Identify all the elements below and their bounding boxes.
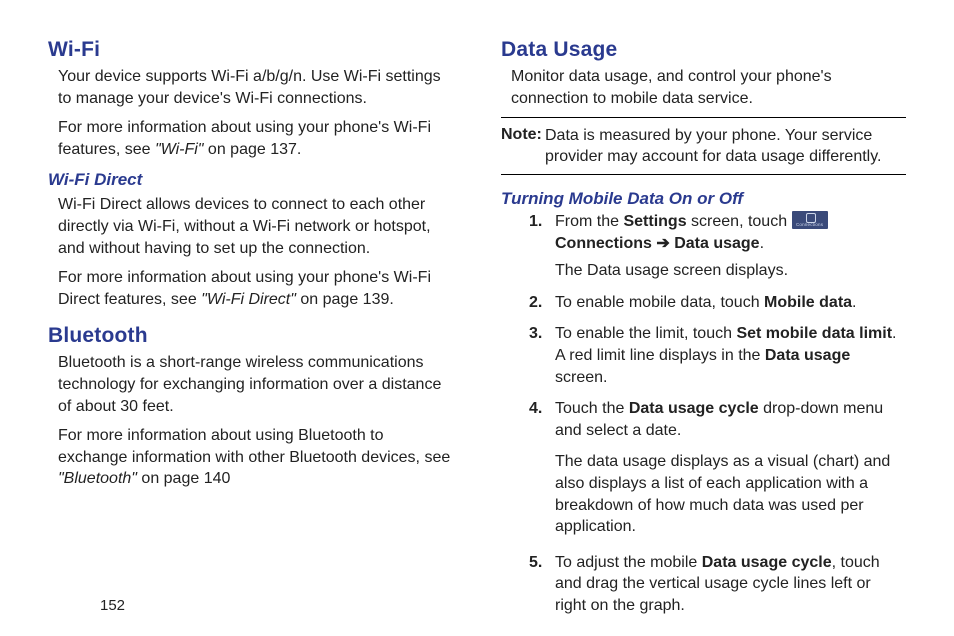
text: Touch the bbox=[555, 400, 629, 417]
step-4-sub: The data usage displays as a visual (cha… bbox=[555, 451, 906, 537]
data-usage-para-1: Monitor data usage, and control your pho… bbox=[511, 66, 906, 109]
text: on page 137. bbox=[203, 141, 301, 158]
heading-turning-mobile-data: Turning Mobile Data On or Off bbox=[501, 189, 906, 209]
step-4: Touch the Data usage cycle drop-down men… bbox=[529, 398, 906, 538]
text: To enable the limit, touch bbox=[555, 325, 736, 342]
wifi-direct-para-1: Wi-Fi Direct allows devices to connect t… bbox=[58, 194, 453, 259]
step-1: From the Settings screen, touch Connecti… bbox=[529, 211, 906, 282]
text: For more information about using Bluetoo… bbox=[58, 427, 450, 466]
wifi-direct-para-2: For more information about using your ph… bbox=[58, 267, 453, 310]
data-usage-label-2: Data usage bbox=[765, 347, 850, 364]
note-block: Note: Data is measured by your phone. Yo… bbox=[501, 117, 906, 175]
step-5: To adjust the mobile Data usage cycle, t… bbox=[529, 552, 906, 617]
left-column: Wi-Fi Your device supports Wi-Fi a/b/g/n… bbox=[48, 38, 453, 626]
wifi-para-2: For more information about using your ph… bbox=[58, 117, 453, 160]
text: on page 140 bbox=[137, 470, 230, 487]
heading-wifi: Wi-Fi bbox=[48, 38, 453, 62]
step-2: To enable mobile data, touch Mobile data… bbox=[529, 292, 906, 314]
wifi-para-1: Your device supports Wi-Fi a/b/g/n. Use … bbox=[58, 66, 453, 109]
text: To enable mobile data, touch bbox=[555, 294, 764, 311]
mobile-data-label: Mobile data bbox=[764, 294, 852, 311]
step-1-sub: The Data usage screen displays. bbox=[555, 260, 906, 282]
page-number: 152 bbox=[100, 597, 125, 614]
bluetooth-crossref: "Bluetooth" bbox=[58, 470, 137, 487]
data-usage-cycle-label: Data usage cycle bbox=[629, 400, 759, 417]
steps-list: From the Settings screen, touch Connecti… bbox=[529, 211, 906, 617]
connections-label: Connections bbox=[555, 235, 656, 252]
text: screen, touch bbox=[687, 213, 792, 230]
settings-label: Settings bbox=[623, 213, 686, 230]
text: screen. bbox=[555, 369, 607, 386]
bluetooth-para-2: For more information about using Bluetoo… bbox=[58, 425, 453, 490]
data-usage-cycle-label-2: Data usage cycle bbox=[702, 554, 832, 571]
arrow-icon: ➔ bbox=[656, 235, 669, 252]
set-mobile-data-limit-label: Set mobile data limit bbox=[736, 325, 892, 342]
bluetooth-para-1: Bluetooth is a short-range wireless comm… bbox=[58, 352, 453, 417]
heading-data-usage: Data Usage bbox=[501, 38, 906, 62]
text: To adjust the mobile bbox=[555, 554, 702, 571]
step-3: To enable the limit, touch Set mobile da… bbox=[529, 323, 906, 388]
text: . bbox=[760, 235, 764, 252]
heading-wifi-direct: Wi-Fi Direct bbox=[48, 170, 453, 190]
text: on page 139. bbox=[296, 291, 394, 308]
heading-bluetooth: Bluetooth bbox=[48, 324, 453, 348]
wifi-direct-crossref: "Wi-Fi Direct" bbox=[201, 291, 296, 308]
page-columns: Wi-Fi Your device supports Wi-Fi a/b/g/n… bbox=[48, 38, 906, 626]
text: From the bbox=[555, 213, 623, 230]
connections-icon bbox=[792, 211, 828, 229]
text: . bbox=[852, 294, 856, 311]
right-column: Data Usage Monitor data usage, and contr… bbox=[501, 38, 906, 626]
wifi-crossref: "Wi-Fi" bbox=[155, 141, 204, 158]
data-usage-label: Data usage bbox=[670, 235, 760, 252]
note-body: Data is measured by your phone. Your ser… bbox=[501, 125, 906, 168]
note-label: Note: bbox=[501, 126, 542, 143]
